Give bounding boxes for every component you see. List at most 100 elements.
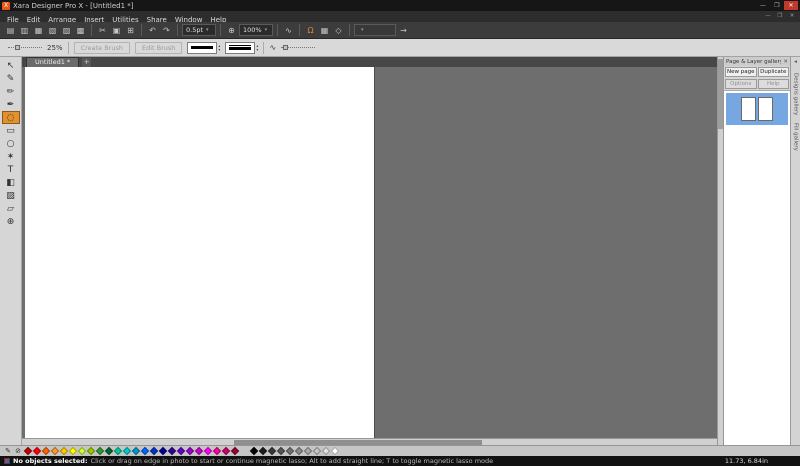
selector-tool[interactable]: ↖ <box>2 59 20 72</box>
quickshape-tool[interactable]: ✶ <box>2 150 20 163</box>
color-swatch-10[interactable] <box>113 447 121 455</box>
color-swatch-2[interactable] <box>41 447 49 455</box>
doc-close-button[interactable]: ✕ <box>786 11 798 22</box>
gray-swatch-2[interactable] <box>267 447 275 455</box>
line-cap-select[interactable]: ▴ ▾ <box>225 42 258 54</box>
snap-to-grid-icon[interactable]: ▦ <box>318 24 331 37</box>
color-swatch-4[interactable] <box>59 447 67 455</box>
color-swatch-7[interactable] <box>86 447 94 455</box>
color-swatch-8[interactable] <box>95 447 103 455</box>
color-swatch-19[interactable] <box>194 447 202 455</box>
zoom-in-icon[interactable]: ⊕ <box>225 24 238 37</box>
color-swatch-23[interactable] <box>230 447 238 455</box>
side-tab-designs-gallery[interactable]: Designs gallery <box>793 73 799 115</box>
spinner-down-icon[interactable]: ▾ <box>218 48 220 52</box>
shadow-tool[interactable]: ▱ <box>2 202 20 215</box>
tab-untitled1[interactable]: Untitled1 * <box>26 57 79 67</box>
new-document-icon[interactable]: ▤ <box>4 24 17 37</box>
color-swatch-11[interactable] <box>122 447 130 455</box>
gray-swatch-7[interactable] <box>312 447 320 455</box>
smoothing-curve-icon[interactable]: ∿ <box>282 24 295 37</box>
gray-swatch-1[interactable] <box>258 447 266 455</box>
smoothing-slider[interactable] <box>8 47 42 48</box>
transparency-tool[interactable]: ▨ <box>2 189 20 202</box>
document-page[interactable] <box>25 67 375 438</box>
line-style-spinner[interactable]: ▴ ▾ <box>218 44 220 51</box>
create-brush-button[interactable]: Create Brush <box>74 42 130 54</box>
copy-icon[interactable]: ▣ <box>110 24 123 37</box>
pen-tool[interactable]: ✒ <box>2 98 20 111</box>
edit-color-icon[interactable]: ✎ <box>3 447 13 455</box>
print-icon[interactable]: ▩ <box>74 24 87 37</box>
color-swatch-21[interactable] <box>212 447 220 455</box>
color-swatch-14[interactable] <box>149 447 157 455</box>
redo-icon[interactable]: ↷ <box>160 24 173 37</box>
snap-to-objects-icon[interactable]: ◇ <box>332 24 345 37</box>
feather-slider-thumb[interactable] <box>283 45 288 50</box>
line-style-select[interactable]: ▴ ▾ <box>187 42 220 54</box>
new-tab-button[interactable]: + <box>82 58 91 67</box>
gray-swatch-5[interactable] <box>294 447 302 455</box>
zoom-level-select[interactable]: 100%▾ <box>239 24 273 36</box>
color-swatch-20[interactable] <box>203 447 211 455</box>
minimize-button[interactable]: — <box>756 1 770 10</box>
gray-swatch-9[interactable] <box>330 447 338 455</box>
paste-icon[interactable]: ⊞ <box>124 24 137 37</box>
gallery-help-button[interactable]: Help <box>758 79 790 89</box>
color-swatch-9[interactable] <box>104 447 112 455</box>
color-swatch-3[interactable] <box>50 447 58 455</box>
gray-swatch-3[interactable] <box>276 447 284 455</box>
gallery-close-icon[interactable]: ✕ <box>781 59 788 65</box>
line-width-select[interactable]: 0.5pt▾ <box>182 24 216 36</box>
shape-editor-tool[interactable]: ✏ <box>2 85 20 98</box>
cut-icon[interactable]: ✂ <box>96 24 109 37</box>
color-swatch-13[interactable] <box>140 447 148 455</box>
color-swatch-22[interactable] <box>221 447 229 455</box>
color-swatch-18[interactable] <box>185 447 193 455</box>
color-swatch-0[interactable] <box>23 447 31 455</box>
feather-slider[interactable] <box>281 47 315 48</box>
no-color-swatch[interactable]: ⊘ <box>13 447 23 455</box>
undo-icon[interactable]: ↶ <box>146 24 159 37</box>
export-icon[interactable]: ▨ <box>60 24 73 37</box>
color-swatch-1[interactable] <box>32 447 40 455</box>
color-swatch-16[interactable] <box>167 447 175 455</box>
line-cap-spinner[interactable]: ▴ ▾ <box>256 44 258 51</box>
spinner-down-icon[interactable]: ▾ <box>256 48 258 52</box>
text-tool[interactable]: T <box>2 163 20 176</box>
color-swatch-5[interactable] <box>68 447 76 455</box>
gray-swatch-8[interactable] <box>321 447 329 455</box>
magnet-snap-icon[interactable]: Ω <box>304 24 317 37</box>
page-thumbnail-item-selected[interactable] <box>726 93 788 125</box>
import-icon[interactable]: ▧ <box>46 24 59 37</box>
canvas-area[interactable] <box>22 67 717 438</box>
color-swatch-17[interactable] <box>176 447 184 455</box>
freehand-brush-tool[interactable]: ✎ <box>2 72 20 85</box>
color-swatch-6[interactable] <box>77 447 85 455</box>
smoothing-slider-thumb[interactable] <box>15 45 20 50</box>
apply-arrow-icon[interactable]: → <box>397 24 410 37</box>
ellipse-tool[interactable]: ○ <box>2 137 20 150</box>
gallery-options-button[interactable]: Options <box>725 79 757 89</box>
color-swatch-15[interactable] <box>158 447 166 455</box>
photo-magnetic-lasso-tool[interactable]: ◌ <box>2 111 20 124</box>
doc-restore-button[interactable]: ❐ <box>774 11 786 22</box>
gray-swatch-4[interactable] <box>285 447 293 455</box>
side-tab-fill-gallery[interactable]: Fill gallery <box>793 123 799 151</box>
zoom-tool[interactable]: ⊕ <box>2 215 20 228</box>
fill-tool[interactable]: ◧ <box>2 176 20 189</box>
new-page-button[interactable]: New page <box>725 67 757 77</box>
close-button[interactable]: ✕ <box>784 1 798 10</box>
horizontal-scrollbar[interactable] <box>22 438 717 445</box>
maximize-button[interactable]: ❐ <box>770 1 784 10</box>
gray-swatch-6[interactable] <box>303 447 311 455</box>
gray-swatch-0[interactable] <box>249 447 257 455</box>
rectangle-tool[interactable]: ▭ <box>2 124 20 137</box>
open-document-icon[interactable]: ▥ <box>18 24 31 37</box>
save-icon[interactable]: ▦ <box>32 24 45 37</box>
doc-minimize-button[interactable]: — <box>762 11 774 22</box>
edit-brush-button[interactable]: Edit Brush <box>135 42 182 54</box>
stroke-profile-select[interactable]: ▾ <box>354 24 396 36</box>
color-swatch-12[interactable] <box>131 447 139 455</box>
duplicate-page-button[interactable]: Duplicate <box>758 67 790 77</box>
